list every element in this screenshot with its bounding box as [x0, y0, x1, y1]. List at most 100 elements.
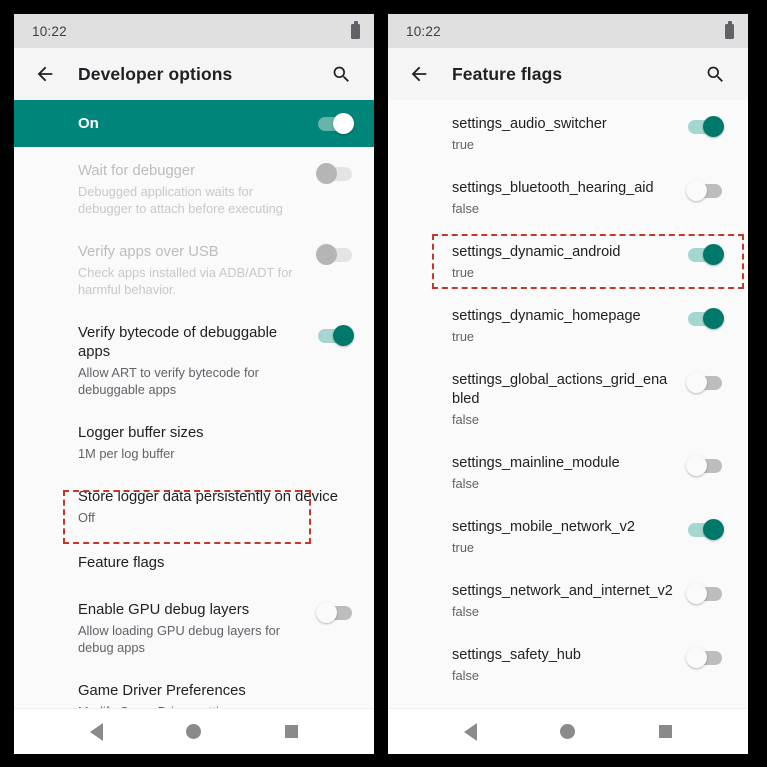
- list-item-title: settings_audio_switcher: [452, 116, 607, 132]
- list-item-title: settings_mainline_module: [452, 455, 620, 471]
- list-item-title: Store logger data persistently on device: [78, 489, 338, 505]
- list-item-toggle[interactable]: [686, 372, 724, 394]
- list-item-title: Wait for debugger: [78, 163, 196, 179]
- back-arrow-icon[interactable]: [402, 57, 436, 91]
- list-item-subtitle: false: [452, 412, 480, 427]
- switch-thumb: [316, 163, 337, 184]
- developer-options-master-switch-row[interactable]: On: [14, 100, 374, 147]
- list-item-subtitle: true: [452, 329, 475, 344]
- list-item-subtitle: false: [452, 604, 480, 619]
- switch-thumb: [333, 113, 354, 134]
- list-item-text: Logger buffer sizes 1M per log buffer: [78, 424, 354, 462]
- list-item-title: settings_dynamic_android: [452, 244, 621, 260]
- navigation-bar: [14, 708, 374, 754]
- back-arrow-icon[interactable]: [28, 57, 62, 91]
- master-switch-label: On: [78, 115, 99, 132]
- list-item[interactable]: Wait for debugger Debugged application w…: [14, 149, 374, 230]
- list-item[interactable]: Logger buffer sizes 1M per log buffer: [14, 411, 374, 475]
- list-item-text: settings_audio_switcher true: [452, 115, 686, 153]
- list-item[interactable]: settings_bluetooth_hearing_aid false: [388, 166, 748, 230]
- nav-recents-icon[interactable]: [645, 712, 685, 752]
- list-item-subtitle: Debugged application waits for debugger …: [78, 184, 283, 216]
- list-item-title: Verify bytecode of debuggable apps: [78, 325, 278, 360]
- list-item-subtitle: true: [452, 540, 475, 555]
- list-item-feature-flags[interactable]: Feature flags: [14, 539, 374, 588]
- master-switch-toggle[interactable]: [316, 113, 354, 135]
- switch-thumb: [316, 244, 337, 265]
- list-item[interactable]: Store logger data persistently on device…: [14, 475, 374, 539]
- list-item[interactable]: settings_mainline_module false: [388, 441, 748, 505]
- list-item[interactable]: settings_mobile_network_v2 true: [388, 505, 748, 569]
- switch-thumb: [703, 308, 724, 329]
- screenshot-stage: 10:22 Developer options On Wait for debu…: [0, 0, 767, 767]
- list-item[interactable]: settings_network_and_internet_v2 false: [388, 569, 748, 633]
- list-item[interactable]: settings_safety_hub false: [388, 633, 748, 697]
- search-icon[interactable]: [698, 57, 732, 91]
- search-icon[interactable]: [324, 57, 358, 91]
- list-item-title: settings_dynamic_homepage: [452, 308, 641, 324]
- list-item-subtitle: false: [452, 201, 480, 216]
- list-item-toggle[interactable]: [316, 163, 354, 185]
- nav-home-icon[interactable]: [174, 712, 214, 752]
- list-item-subtitle: Allow ART to verify bytecode for debugga…: [78, 365, 259, 397]
- list-item[interactable]: Verify bytecode of debuggable apps Allow…: [14, 311, 374, 411]
- list-item-text: settings_safety_hub false: [452, 646, 686, 684]
- battery-icon: [725, 21, 734, 39]
- list-item-subtitle: Check apps installed via ADB/ADT for har…: [78, 265, 293, 297]
- list-item-subtitle: true: [452, 137, 475, 152]
- nav-home-icon[interactable]: [548, 712, 588, 752]
- nav-back-icon[interactable]: [451, 712, 491, 752]
- list-item-subtitle: 1M per log buffer: [78, 446, 175, 461]
- switch-thumb: [686, 647, 707, 668]
- list-item[interactable]: Game Driver Preferences Modify Game Driv…: [14, 669, 374, 708]
- switch-thumb: [316, 602, 337, 623]
- nav-recents-icon[interactable]: [271, 712, 311, 752]
- switch-thumb: [686, 455, 707, 476]
- list-item-text: settings_global_actions_grid_enabled fal…: [452, 371, 686, 428]
- page-title: Feature flags: [452, 63, 563, 84]
- list-item-text: settings_dynamic_homepage true: [452, 307, 686, 345]
- list-item-toggle[interactable]: [686, 180, 724, 202]
- switch-thumb: [703, 116, 724, 137]
- feature-flags-list[interactable]: settings_audio_switcher true settings_bl…: [388, 100, 748, 708]
- status-bar-clock: 10:22: [32, 23, 67, 39]
- list-item-title: settings_network_and_internet_v2: [452, 583, 673, 599]
- list-item-subtitle: Modify Game Driver settings: [78, 703, 342, 708]
- switch-thumb: [686, 180, 707, 201]
- list-item-subtitle: Allow loading GPU debug layers for debug…: [78, 623, 281, 655]
- list-item-toggle[interactable]: [686, 519, 724, 541]
- list-item-text: Verify bytecode of debuggable apps Allow…: [78, 324, 316, 398]
- list-item-toggle[interactable]: [316, 325, 354, 347]
- list-item-subtitle: true: [452, 265, 475, 280]
- switch-thumb: [703, 244, 724, 265]
- nav-back-icon[interactable]: [77, 712, 117, 752]
- list-item-toggle[interactable]: [316, 602, 354, 624]
- list-item-settings-dynamic-android[interactable]: settings_dynamic_android true: [388, 230, 748, 294]
- list-item-toggle[interactable]: [686, 116, 724, 138]
- status-bar-clock: 10:22: [406, 23, 441, 39]
- list-item-toggle[interactable]: [686, 647, 724, 669]
- list-item-text: settings_mainline_module false: [452, 454, 686, 492]
- list-item[interactable]: settings_audio_switcher true: [388, 102, 748, 166]
- list-item-toggle[interactable]: [686, 455, 724, 477]
- list-item-title: settings_bluetooth_hearing_aid: [452, 180, 654, 196]
- developer-options-list[interactable]: Wait for debugger Debugged application w…: [14, 147, 374, 708]
- list-item-title: Game Driver Preferences: [78, 683, 246, 699]
- list-item-toggle[interactable]: [686, 308, 724, 330]
- app-bar: Feature flags: [388, 48, 748, 100]
- list-item[interactable]: settings_dynamic_homepage true: [388, 294, 748, 358]
- list-item-text: Feature flags: [78, 554, 354, 573]
- switch-thumb: [686, 583, 707, 604]
- phone-screen-feature-flags: 10:22 Feature flags settings_audio_switc…: [388, 14, 748, 754]
- list-item-subtitle: Off: [78, 510, 95, 525]
- status-bar: 10:22: [14, 14, 374, 48]
- list-item[interactable]: settings_global_actions_grid_enabled fal…: [388, 358, 748, 441]
- list-item-title: settings_global_actions_grid_enabled: [452, 372, 668, 407]
- list-item-title: Feature flags: [78, 555, 165, 571]
- list-item-text: Verify apps over USB Check apps installe…: [78, 243, 316, 298]
- list-item-toggle[interactable]: [686, 244, 724, 266]
- list-item[interactable]: Enable GPU debug layers Allow loading GP…: [14, 588, 374, 669]
- list-item-toggle[interactable]: [686, 583, 724, 605]
- list-item-toggle[interactable]: [316, 244, 354, 266]
- list-item[interactable]: Verify apps over USB Check apps installe…: [14, 230, 374, 311]
